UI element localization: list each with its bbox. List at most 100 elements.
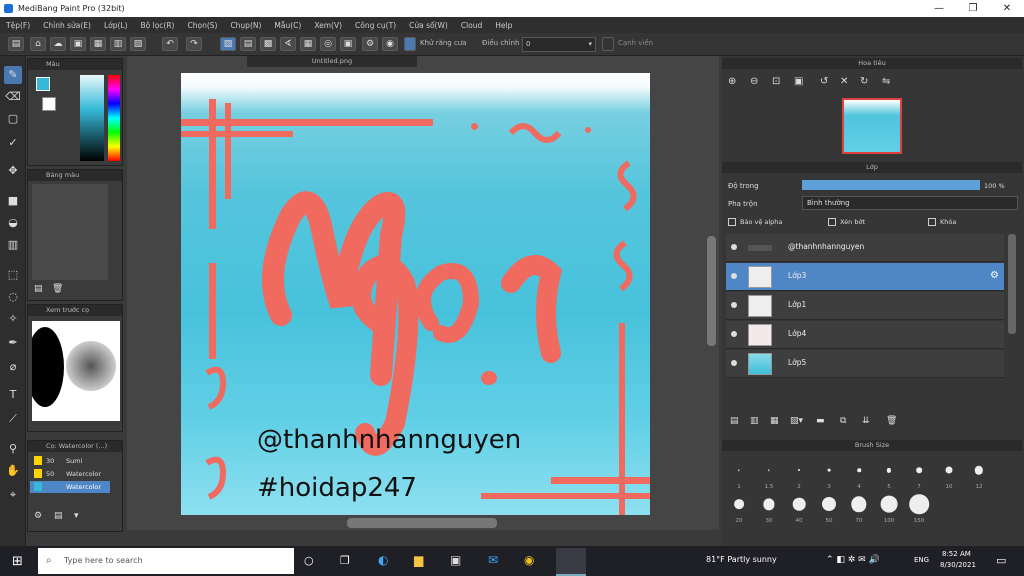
snap-circle-icon[interactable]: ◎	[320, 37, 336, 51]
vertical-scrollbar[interactable]	[707, 236, 716, 346]
sel-eraser-icon[interactable]: ⌀	[4, 358, 22, 376]
dot-tool-icon[interactable]: ▢	[4, 110, 22, 128]
home-icon[interactable]: ⌂	[30, 37, 46, 51]
maximize-button[interactable]: ❐	[956, 0, 990, 17]
close-button[interactable]: ✕	[990, 0, 1024, 17]
mail-icon[interactable]: ✉	[488, 553, 498, 567]
undo-icon[interactable]: ↶	[162, 37, 178, 51]
windows-start-icon[interactable]: ⊞	[12, 554, 23, 569]
brush-tool-icon[interactable]: ✎	[4, 66, 22, 84]
brush-size-option[interactable]: 2	[786, 456, 812, 492]
eraser-tool-icon[interactable]: ⌫	[4, 88, 22, 106]
clock-time[interactable]: 8:52 AM	[942, 550, 971, 558]
hue-slider[interactable]	[108, 75, 120, 161]
menu-item[interactable]: Lớp(L)	[104, 21, 128, 30]
text-tool-icon[interactable]: T	[4, 386, 22, 404]
new-halftone-icon[interactable]: ▥	[750, 416, 759, 426]
weather-text[interactable]: 81°F Partly sunny	[706, 555, 777, 564]
menu-item[interactable]: Chỉnh sửa(E)	[43, 21, 91, 30]
layer-type-dropdown-icon[interactable]: ▧▾	[790, 416, 803, 426]
save-icon[interactable]: ▣	[70, 37, 86, 51]
fit-icon[interactable]: ⊡	[772, 76, 780, 87]
magic-wand-icon[interactable]: ✧	[4, 310, 22, 328]
menu-item[interactable]: Help	[495, 21, 512, 30]
redo-icon[interactable]: ↷	[186, 37, 202, 51]
brush-size-option[interactable]: 20	[726, 490, 752, 526]
brush-size-option[interactable]: 1	[726, 456, 752, 492]
grid2-icon[interactable]: ▥	[110, 37, 126, 51]
brush-menu-icon[interactable]: ▾	[74, 511, 79, 521]
snap-vanish-icon[interactable]: ∢	[280, 37, 296, 51]
gradient-tool-icon[interactable]: ▥	[4, 236, 22, 254]
visibility-icon[interactable]	[731, 244, 737, 250]
flip-icon[interactable]: ⇋	[882, 76, 890, 87]
opacity-slider[interactable]	[802, 180, 980, 190]
minimize-button[interactable]: —	[922, 0, 956, 17]
menu-item[interactable]: Bộ lọc(R)	[141, 21, 175, 30]
navigator-preview[interactable]	[842, 98, 902, 154]
check-tool-icon[interactable]: ✓	[4, 134, 22, 152]
brush-size-option[interactable]: 40	[786, 490, 812, 526]
task-view-icon[interactable]: ❐	[340, 554, 350, 567]
adjust-select[interactable]: 0 ▾	[522, 37, 596, 52]
fg-color-swatch[interactable]	[36, 77, 50, 91]
snap-parallel-icon[interactable]: ▤	[240, 37, 256, 51]
cortana-icon[interactable]: ○	[304, 554, 314, 567]
layer-row[interactable]: Lớp5	[726, 350, 1004, 378]
medibang-taskbar-icon[interactable]	[556, 548, 586, 576]
menu-item[interactable]: Công cụ(T)	[355, 21, 396, 30]
hand-tool-icon[interactable]: ✋	[4, 462, 22, 480]
protect-alpha-checkbox[interactable]	[728, 218, 736, 226]
drawing-canvas[interactable]: @thanhnhannguyen #hoidap247	[181, 73, 650, 515]
visibility-icon[interactable]	[731, 360, 737, 366]
bucket-tool-icon[interactable]: ◒	[4, 214, 22, 232]
brush-settings-icon[interactable]: ⚙	[34, 511, 42, 521]
folder-icon[interactable]: ▬	[816, 416, 825, 426]
document-tab[interactable]: Untitled.png	[247, 56, 417, 67]
brush-size-option[interactable]: 10	[936, 456, 962, 492]
brush-size-option[interactable]: 70	[846, 490, 872, 526]
brush-item[interactable]: 30 Sumi	[30, 455, 110, 467]
snap-radial-icon[interactable]: ▦	[300, 37, 316, 51]
fill-rect-tool-icon[interactable]: ■	[4, 192, 22, 210]
layer-row[interactable]: Lớp1	[726, 292, 1004, 320]
file-explorer-icon[interactable]: ▆	[414, 553, 423, 567]
zoom-in-icon[interactable]: ⊕	[728, 76, 736, 87]
visibility-icon[interactable]	[731, 302, 737, 308]
visibility-icon[interactable]	[731, 331, 737, 337]
layer-row[interactable]: @thanhnhannguyen	[726, 234, 1004, 262]
chrome-icon[interactable]: ◉	[524, 553, 534, 567]
eyedropper-tool-icon[interactable]: ⚲	[4, 440, 22, 458]
lasso-tool-icon[interactable]: ◌	[4, 288, 22, 306]
brush-size-option[interactable]: 7	[906, 456, 932, 492]
menu-item[interactable]: Cloud	[461, 21, 482, 30]
brush-size-option[interactable]: 50	[816, 490, 842, 526]
tray-icons[interactable]: ⌃ ◧ ✲ ✉ 🔊	[826, 555, 880, 565]
add-palette-icon[interactable]: ▤	[34, 284, 43, 294]
lock-checkbox[interactable]	[928, 218, 936, 226]
correction-checkbox[interactable]	[404, 37, 416, 51]
layer-settings-icon[interactable]: ⚙	[990, 270, 999, 281]
brush-size-option[interactable]: 12	[966, 456, 992, 492]
pen-select-icon[interactable]: ✒	[4, 334, 22, 352]
snap-checkbox[interactable]	[602, 37, 614, 51]
delete-palette-icon[interactable]: 🗑	[52, 284, 63, 294]
reset-rotate-icon[interactable]: ✕	[840, 76, 848, 87]
menu-item[interactable]: Tệp(F)	[6, 21, 30, 30]
snap-off-icon[interactable]: ▨	[220, 37, 236, 51]
divide-tool-icon[interactable]: ⟋	[4, 410, 22, 428]
zoom-out-icon[interactable]: ⊖	[750, 76, 758, 87]
cloud-icon[interactable]: ☁	[50, 37, 66, 51]
target-icon[interactable]: ◉	[382, 37, 398, 51]
new-layer-icon[interactable]: ▤	[730, 416, 739, 426]
brush-add-icon[interactable]: ▤	[54, 511, 63, 521]
brush-size-option[interactable]: 100	[876, 490, 902, 526]
clip-checkbox[interactable]	[828, 218, 836, 226]
palette-swatches[interactable]	[32, 184, 108, 280]
visibility-icon[interactable]	[731, 273, 737, 279]
page-icon[interactable]: ▧	[130, 37, 146, 51]
brush-size-option[interactable]: 30	[756, 490, 782, 526]
brush-item[interactable]: 50 Watercolor	[30, 468, 110, 480]
rotate-left-icon[interactable]: ↺	[820, 76, 828, 87]
menu-item[interactable]: Cửa sổ(W)	[409, 21, 448, 30]
